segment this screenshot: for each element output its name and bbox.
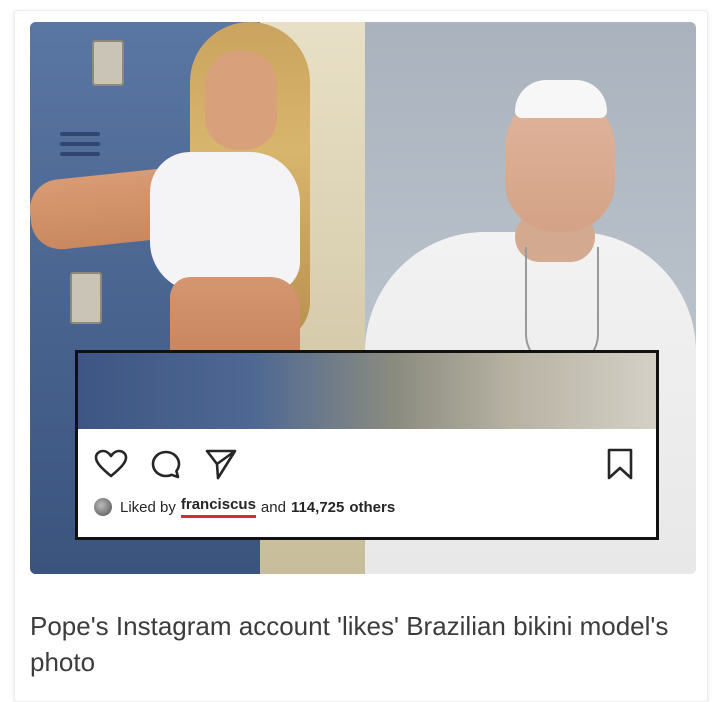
comment-bubble-icon[interactable] — [150, 449, 182, 481]
heart-icon[interactable] — [94, 449, 128, 479]
article-headline[interactable]: Pope's Instagram account 'likes' Brazili… — [30, 608, 670, 680]
locker-vent — [60, 152, 100, 156]
locker-vent — [60, 132, 100, 136]
instagram-post-snippet: Liked by franciscus and 114,725 others — [75, 350, 659, 540]
locker-vent — [60, 142, 100, 146]
instagram-post-photo — [78, 353, 656, 429]
article-image[interactable]: Liked by franciscus and 114,725 others — [30, 22, 696, 574]
paper-plane-icon[interactable] — [204, 448, 238, 480]
avatar — [94, 498, 112, 516]
pope-zucchetto — [515, 80, 607, 118]
model-face — [205, 50, 277, 150]
likes-conjunction: and — [260, 498, 286, 516]
model-top — [150, 152, 300, 292]
locker-handle — [70, 272, 102, 324]
instagram-action-bar: Liked by franciscus and 114,725 others — [78, 429, 656, 537]
bookmark-icon[interactable] — [606, 447, 634, 481]
likes-prefix: Liked by — [120, 498, 176, 516]
likes-suffix: others — [349, 498, 396, 516]
likes-summary: Liked by franciscus and 114,725 others — [94, 495, 395, 519]
locker-handle — [92, 40, 124, 86]
like-count: 114,725 — [290, 498, 345, 516]
liked-by-username: franciscus — [180, 496, 256, 518]
